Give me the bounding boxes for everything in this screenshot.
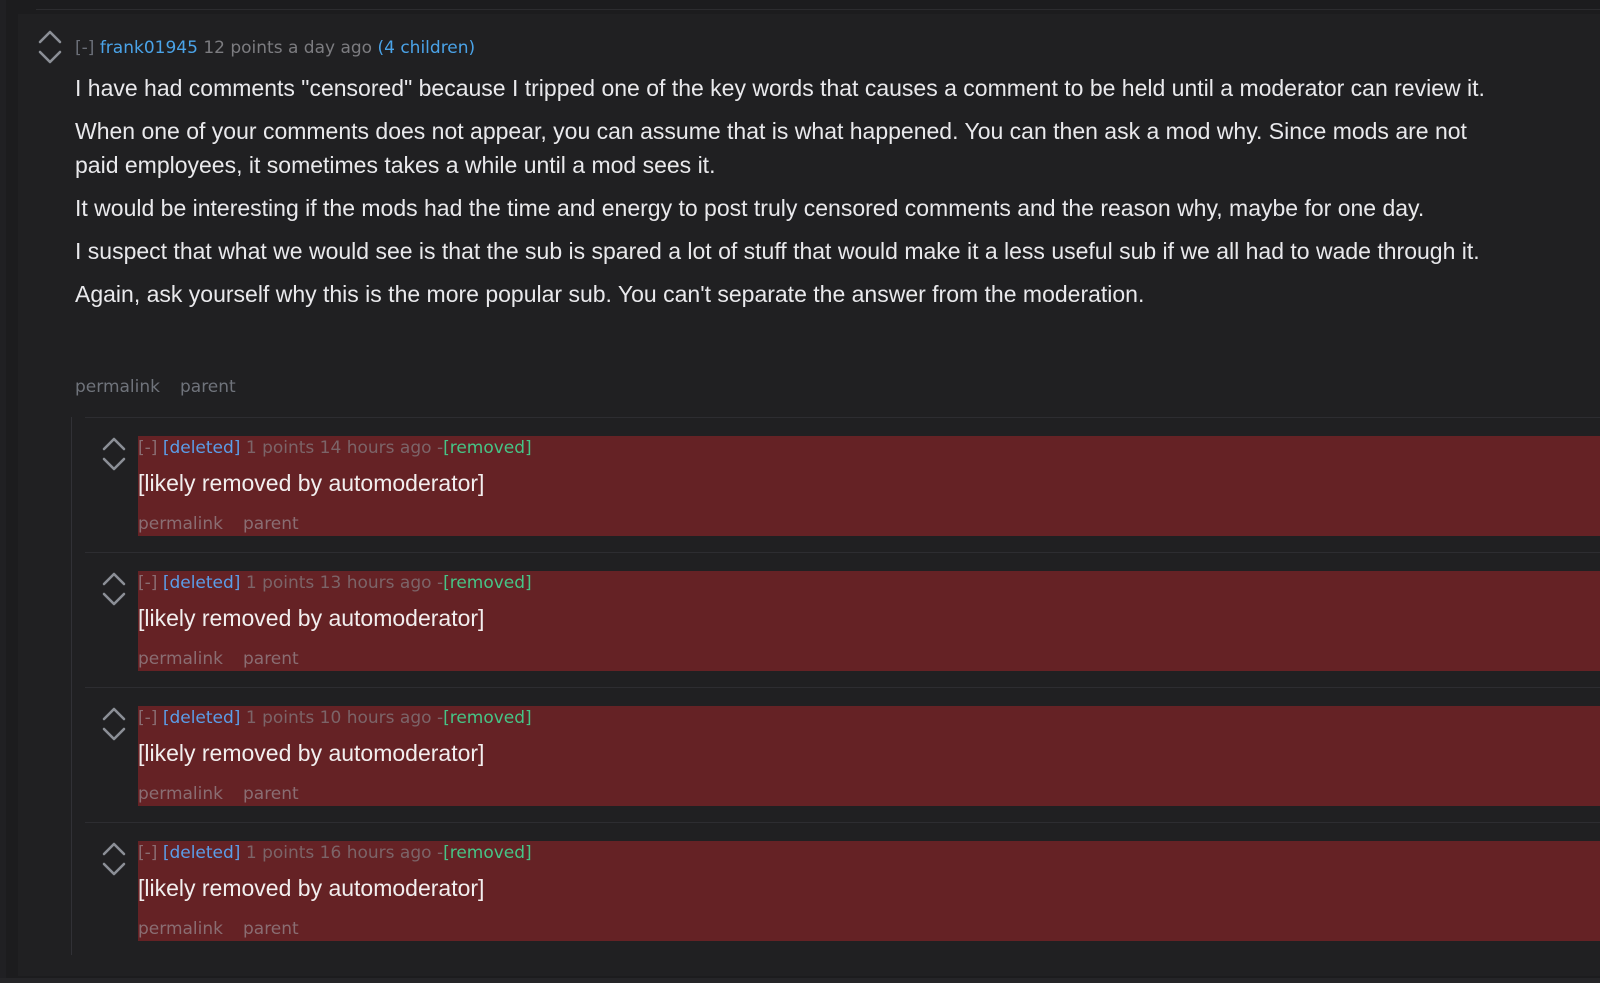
child-comment: [-] [deleted] 1 points 16 hours ago -[re… (85, 822, 1600, 941)
comment-author-link[interactable]: frank01945 (100, 38, 198, 58)
comment-tagline: [-] frank01945 12 points a day ago (4 ch… (75, 38, 475, 58)
comment-thread: [-] frank01945 12 points a day ago (4 ch… (18, 14, 1600, 976)
child-score-time: 1 points 14 hours ago (245, 438, 432, 458)
downvote-arrow-icon[interactable] (99, 724, 129, 744)
collapse-toggle[interactable]: [-] (138, 708, 157, 728)
child-buttons: permalink parent (138, 919, 319, 939)
upvote-arrow-icon[interactable] (99, 569, 129, 589)
removed-status: [removed] (443, 438, 532, 458)
comment-paragraph: Again, ask yourself why this is the more… (75, 281, 1145, 307)
upvote-arrow-icon[interactable] (99, 839, 129, 859)
vote-controls (35, 27, 65, 67)
vote-controls (99, 569, 129, 609)
collapse-toggle[interactable]: [-] (138, 573, 157, 593)
child-comment: [-] [deleted] 1 points 13 hours ago -[re… (85, 552, 1600, 671)
downvote-arrow-icon[interactable] (99, 454, 129, 474)
child-score-time: 1 points 10 hours ago (245, 708, 432, 728)
parent-link[interactable]: parent (243, 514, 299, 534)
child-buttons: permalink parent (138, 514, 319, 534)
permalink-link[interactable]: permalink (75, 377, 160, 397)
child-author-link[interactable]: [deleted] (163, 573, 241, 593)
comment-paragraph: I suspect that what we would see is that… (75, 238, 1480, 264)
collapse-toggle[interactable]: [-] (138, 438, 157, 458)
removed-status: [removed] (443, 708, 532, 728)
comment-paragraph: I have had comments "censored" because I… (75, 75, 1485, 101)
child-body: [likely removed by automoderator] (138, 605, 485, 631)
child-score-time: 1 points 13 hours ago (245, 573, 432, 593)
permalink-link[interactable]: permalink (138, 514, 223, 534)
child-body: [likely removed by automoderator] (138, 740, 485, 766)
top-divider (36, 9, 1600, 10)
upvote-arrow-icon[interactable] (99, 704, 129, 724)
removed-status: [removed] (443, 573, 532, 593)
child-buttons: permalink parent (138, 649, 319, 669)
collapse-toggle[interactable]: [-] (138, 843, 157, 863)
child-score-time: 1 points 16 hours ago (245, 843, 432, 863)
child-comments: [-] [deleted] 1 points 14 hours ago -[re… (71, 417, 1600, 955)
child-author-link[interactable]: [deleted] (163, 438, 241, 458)
permalink-link[interactable]: permalink (138, 784, 223, 804)
children-count-link[interactable]: (4 children) (377, 38, 475, 58)
comment-body: I have had comments "censored" because I… (75, 71, 1505, 320)
child-author-link[interactable]: [deleted] (163, 708, 241, 728)
upvote-arrow-icon[interactable] (35, 27, 65, 47)
parent-link[interactable]: parent (243, 649, 299, 669)
downvote-arrow-icon[interactable] (99, 589, 129, 609)
bottom-divider (0, 978, 1600, 983)
downvote-arrow-icon[interactable] (35, 47, 65, 67)
child-author-link[interactable]: [deleted] (163, 843, 241, 863)
child-body: [likely removed by automoderator] (138, 470, 485, 496)
permalink-link[interactable]: permalink (138, 649, 223, 669)
parent-link[interactable]: parent (180, 377, 236, 397)
comment-score-time: 12 points a day ago (203, 38, 373, 58)
comment-paragraph: It would be interesting if the mods had … (75, 195, 1425, 221)
vote-controls (99, 839, 129, 879)
collapse-toggle[interactable]: [-] (75, 38, 94, 58)
downvote-arrow-icon[interactable] (99, 859, 129, 879)
child-tagline: [-] [deleted] 1 points 13 hours ago -[re… (138, 573, 532, 593)
child-tagline: [-] [deleted] 1 points 10 hours ago -[re… (138, 708, 532, 728)
comment-buttons: permalink parent (75, 377, 256, 397)
child-comment: [-] [deleted] 1 points 14 hours ago -[re… (85, 417, 1600, 536)
upvote-arrow-icon[interactable] (99, 434, 129, 454)
child-buttons: permalink parent (138, 784, 319, 804)
child-tagline: [-] [deleted] 1 points 14 hours ago -[re… (138, 438, 532, 458)
vote-controls (99, 704, 129, 744)
parent-link[interactable]: parent (243, 784, 299, 804)
vote-controls (99, 434, 129, 474)
permalink-link[interactable]: permalink (138, 919, 223, 939)
comment-paragraph: When one of your comments does not appea… (75, 118, 1467, 178)
child-tagline: [-] [deleted] 1 points 16 hours ago -[re… (138, 843, 532, 863)
parent-link[interactable]: parent (243, 919, 299, 939)
page-left-edge (0, 0, 6, 983)
removed-status: [removed] (443, 843, 532, 863)
child-comment: [-] [deleted] 1 points 10 hours ago -[re… (85, 687, 1600, 806)
child-body: [likely removed by automoderator] (138, 875, 485, 901)
